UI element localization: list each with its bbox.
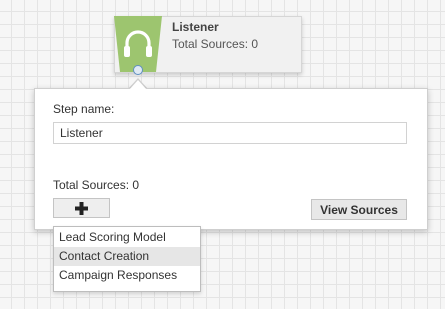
step-name-label: Step name: <box>53 102 115 116</box>
node-connector-handle[interactable] <box>133 65 143 75</box>
dropdown-item-lead-scoring-model[interactable]: Lead Scoring Model <box>54 228 200 247</box>
node-title: Listener <box>172 20 219 34</box>
step-settings-panel: Step name: Total Sources: 0 View Sources <box>34 88 428 230</box>
listener-step-node[interactable]: Listener Total Sources: 0 <box>114 16 302 73</box>
total-sources-text: Total Sources: 0 <box>53 178 140 192</box>
step-name-input[interactable] <box>53 122 407 144</box>
add-source-button[interactable] <box>53 198 110 218</box>
view-sources-button[interactable]: View Sources <box>311 199 407 220</box>
dropdown-item-contact-creation[interactable]: Contact Creation <box>54 247 200 266</box>
node-icon-container <box>114 16 162 72</box>
dropdown-item-campaign-responses[interactable]: Campaign Responses <box>54 266 200 285</box>
source-type-dropdown: Lead Scoring Model Contact Creation Camp… <box>53 226 201 292</box>
node-total-sources: Total Sources: 0 <box>172 37 259 51</box>
panel-pointer-inner <box>129 80 147 90</box>
plus-icon <box>75 201 88 215</box>
